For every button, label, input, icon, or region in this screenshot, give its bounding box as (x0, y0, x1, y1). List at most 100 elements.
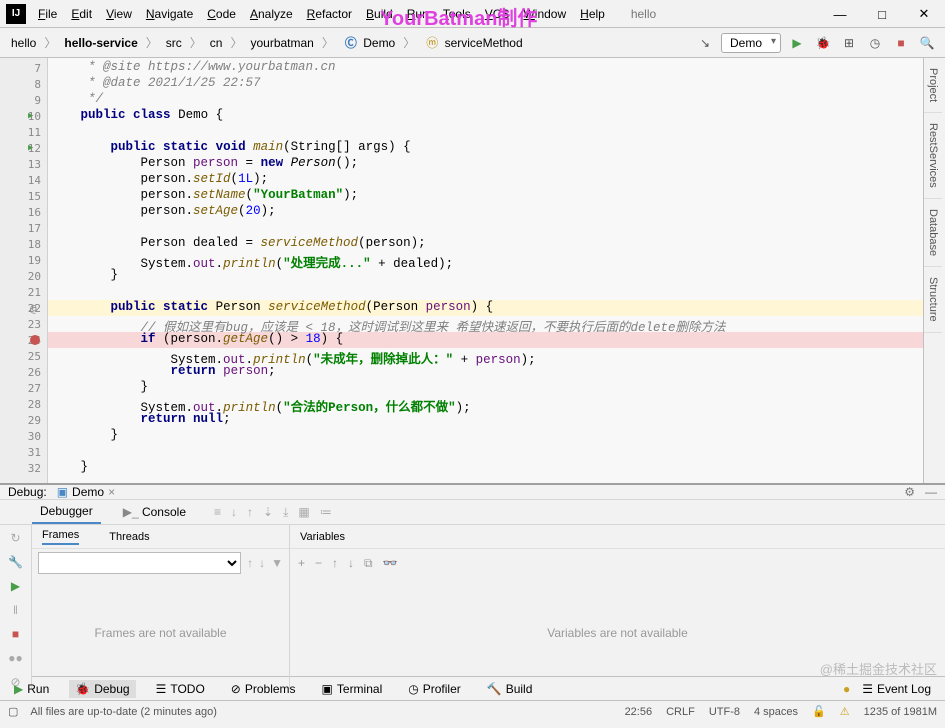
code-line[interactable]: public class Demo { (48, 108, 945, 124)
step-into-icon[interactable]: ↓ (231, 505, 237, 520)
tool-tab-project[interactable]: Project (924, 58, 942, 113)
watch-up-icon[interactable]: ↑ (332, 556, 338, 570)
gutter-line[interactable]: 31 (0, 444, 47, 460)
gutter-line[interactable]: 27 (0, 380, 47, 396)
code-line[interactable]: System.out.println("未成年，删除掉此人：" + person… (48, 348, 945, 364)
code-line[interactable]: person.setName("YourBatman"); (48, 188, 945, 204)
pause-icon[interactable]: ‖ (13, 603, 18, 617)
close-button[interactable]: ✕ (903, 0, 945, 28)
menu-tools[interactable]: Tools (437, 4, 477, 24)
frame-up-icon[interactable]: ↑ (247, 556, 253, 570)
debug-button[interactable]: 🐞 (813, 33, 833, 53)
tab-console[interactable]: ▶_ Console (115, 501, 194, 523)
code-line[interactable]: } (48, 460, 945, 476)
gutter-line[interactable]: 24 (0, 332, 47, 348)
tab-debugger[interactable]: Debugger (32, 500, 101, 524)
stop-button[interactable]: ■ (891, 33, 911, 53)
gutter-line[interactable]: 28 (0, 396, 47, 412)
crumb-servicemethod[interactable]: ⓜ serviceMethod (420, 33, 525, 52)
gutter-line[interactable]: 15 (0, 188, 47, 204)
settings-icon[interactable]: ⚙ (904, 485, 915, 499)
frame-down-icon[interactable]: ↓ (259, 556, 265, 570)
code-line[interactable]: // 假如这里有bug，应该是 < 18，这时调试到这里来 希望快速返回，不要执… (48, 316, 945, 332)
debug-session-tab[interactable]: ▣Demo× (57, 485, 115, 499)
gutter-line[interactable]: 29 (0, 412, 47, 428)
menu-analyze[interactable]: Analyze (244, 4, 299, 24)
watch-down-icon[interactable]: ↓ (348, 556, 354, 570)
build-icon[interactable]: ↘ (695, 33, 715, 53)
code-editor[interactable]: * @site https://www.yourbatman.cn * @dat… (48, 58, 945, 483)
gutter-line[interactable]: 25 (0, 348, 47, 364)
gutter-line[interactable]: 17 (0, 220, 47, 236)
build-tool-button[interactable]: 🔨Build (481, 680, 539, 698)
gutter-line[interactable]: 14 (0, 172, 47, 188)
rerun-icon[interactable]: ↻ (10, 531, 20, 545)
indent-setting[interactable]: 4 spaces (754, 706, 798, 718)
gutter-line[interactable]: 26 (0, 364, 47, 380)
terminal-tool-button[interactable]: ▣Terminal (316, 680, 389, 698)
gutter-line[interactable]: 7 (0, 60, 47, 76)
profiler-button[interactable]: ◷ (865, 33, 885, 53)
gutter-line[interactable]: 10▶ (0, 108, 47, 124)
code-line[interactable]: Person person = new Person(); (48, 156, 945, 172)
gutter-line[interactable]: 9 (0, 92, 47, 108)
filter-icon[interactable]: ▼ (271, 556, 283, 570)
add-watch-icon[interactable]: + (298, 556, 305, 570)
code-line[interactable]: } (48, 428, 945, 444)
todo-tool-button[interactable]: ☰TODO (150, 680, 211, 698)
menu-view[interactable]: View (100, 4, 138, 24)
thread-select[interactable] (38, 552, 241, 574)
search-everywhere-icon[interactable]: 🔍 (917, 33, 937, 53)
evaluate-icon[interactable]: ▦ (298, 505, 309, 520)
gutter-line[interactable]: 32 (0, 460, 47, 476)
menu-help[interactable]: Help (574, 4, 611, 24)
gutter-line[interactable]: 13 (0, 156, 47, 172)
breakpoints-icon[interactable]: ●● (8, 651, 23, 665)
code-line[interactable] (48, 124, 945, 140)
run-tool-button[interactable]: ▶Run (8, 680, 55, 698)
code-line[interactable]: System.out.println("处理完成..." + dealed); (48, 252, 945, 268)
code-line[interactable] (48, 220, 945, 236)
gutter-line[interactable]: 22@ (0, 300, 47, 316)
warning-icon[interactable]: ⚠ (840, 705, 850, 718)
code-line[interactable]: Person dealed = serviceMethod(person); (48, 236, 945, 252)
code-line[interactable] (48, 444, 945, 460)
gutter-line[interactable]: 11 (0, 124, 47, 140)
crumb-hello[interactable]: hello (8, 35, 39, 51)
menu-refactor[interactable]: Refactor (301, 4, 358, 24)
code-line[interactable] (48, 284, 945, 300)
gutter-line[interactable]: 19 (0, 252, 47, 268)
threads-tab[interactable]: Threads (109, 531, 149, 543)
tool-windows-icon[interactable]: ▢ (8, 705, 18, 718)
menu-build[interactable]: Build (360, 4, 399, 24)
menu-edit[interactable]: Edit (65, 4, 98, 24)
caret-position[interactable]: 22:56 (625, 706, 653, 718)
variables-tab[interactable]: Variables (300, 531, 345, 543)
gutter-line[interactable]: 8 (0, 76, 47, 92)
code-line[interactable]: System.out.println("合法的Person，什么都不做"); (48, 396, 945, 412)
gutter-line[interactable]: 23 (0, 316, 47, 332)
gutter-line[interactable]: 30 (0, 428, 47, 444)
step-over-icon[interactable]: ≡ (214, 505, 221, 520)
warning-indicator-icon[interactable]: ● (843, 682, 850, 696)
gutter-line[interactable]: 18 (0, 236, 47, 252)
line-separator[interactable]: CRLF (666, 706, 695, 718)
crumb-demo[interactable]: Ⓒ Demo (339, 33, 398, 52)
event-log-button[interactable]: ☰Event Log (856, 680, 937, 698)
wrench-icon[interactable]: 🔧 (8, 555, 23, 569)
menu-run[interactable]: Run (401, 4, 435, 24)
crumb-hello-service[interactable]: hello-service (61, 35, 140, 51)
remove-watch-icon[interactable]: − (315, 556, 322, 570)
code-line[interactable]: } (48, 380, 945, 396)
menu-vcs[interactable]: VCS (479, 4, 516, 24)
code-line[interactable]: return null; (48, 412, 945, 428)
menu-file[interactable]: File (32, 4, 63, 24)
profiler-tool-button[interactable]: ◷Profiler (402, 680, 467, 698)
gutter-line[interactable]: 20 (0, 268, 47, 284)
minimize-button[interactable]: — (819, 0, 861, 28)
force-step-icon[interactable]: ⇣ (263, 505, 273, 520)
debug-tool-button[interactable]: 🐞Debug (69, 680, 135, 698)
resume-icon[interactable]: ▶ (11, 579, 20, 593)
menu-window[interactable]: Window (517, 4, 572, 24)
gutter-line[interactable]: 12▶ (0, 140, 47, 156)
